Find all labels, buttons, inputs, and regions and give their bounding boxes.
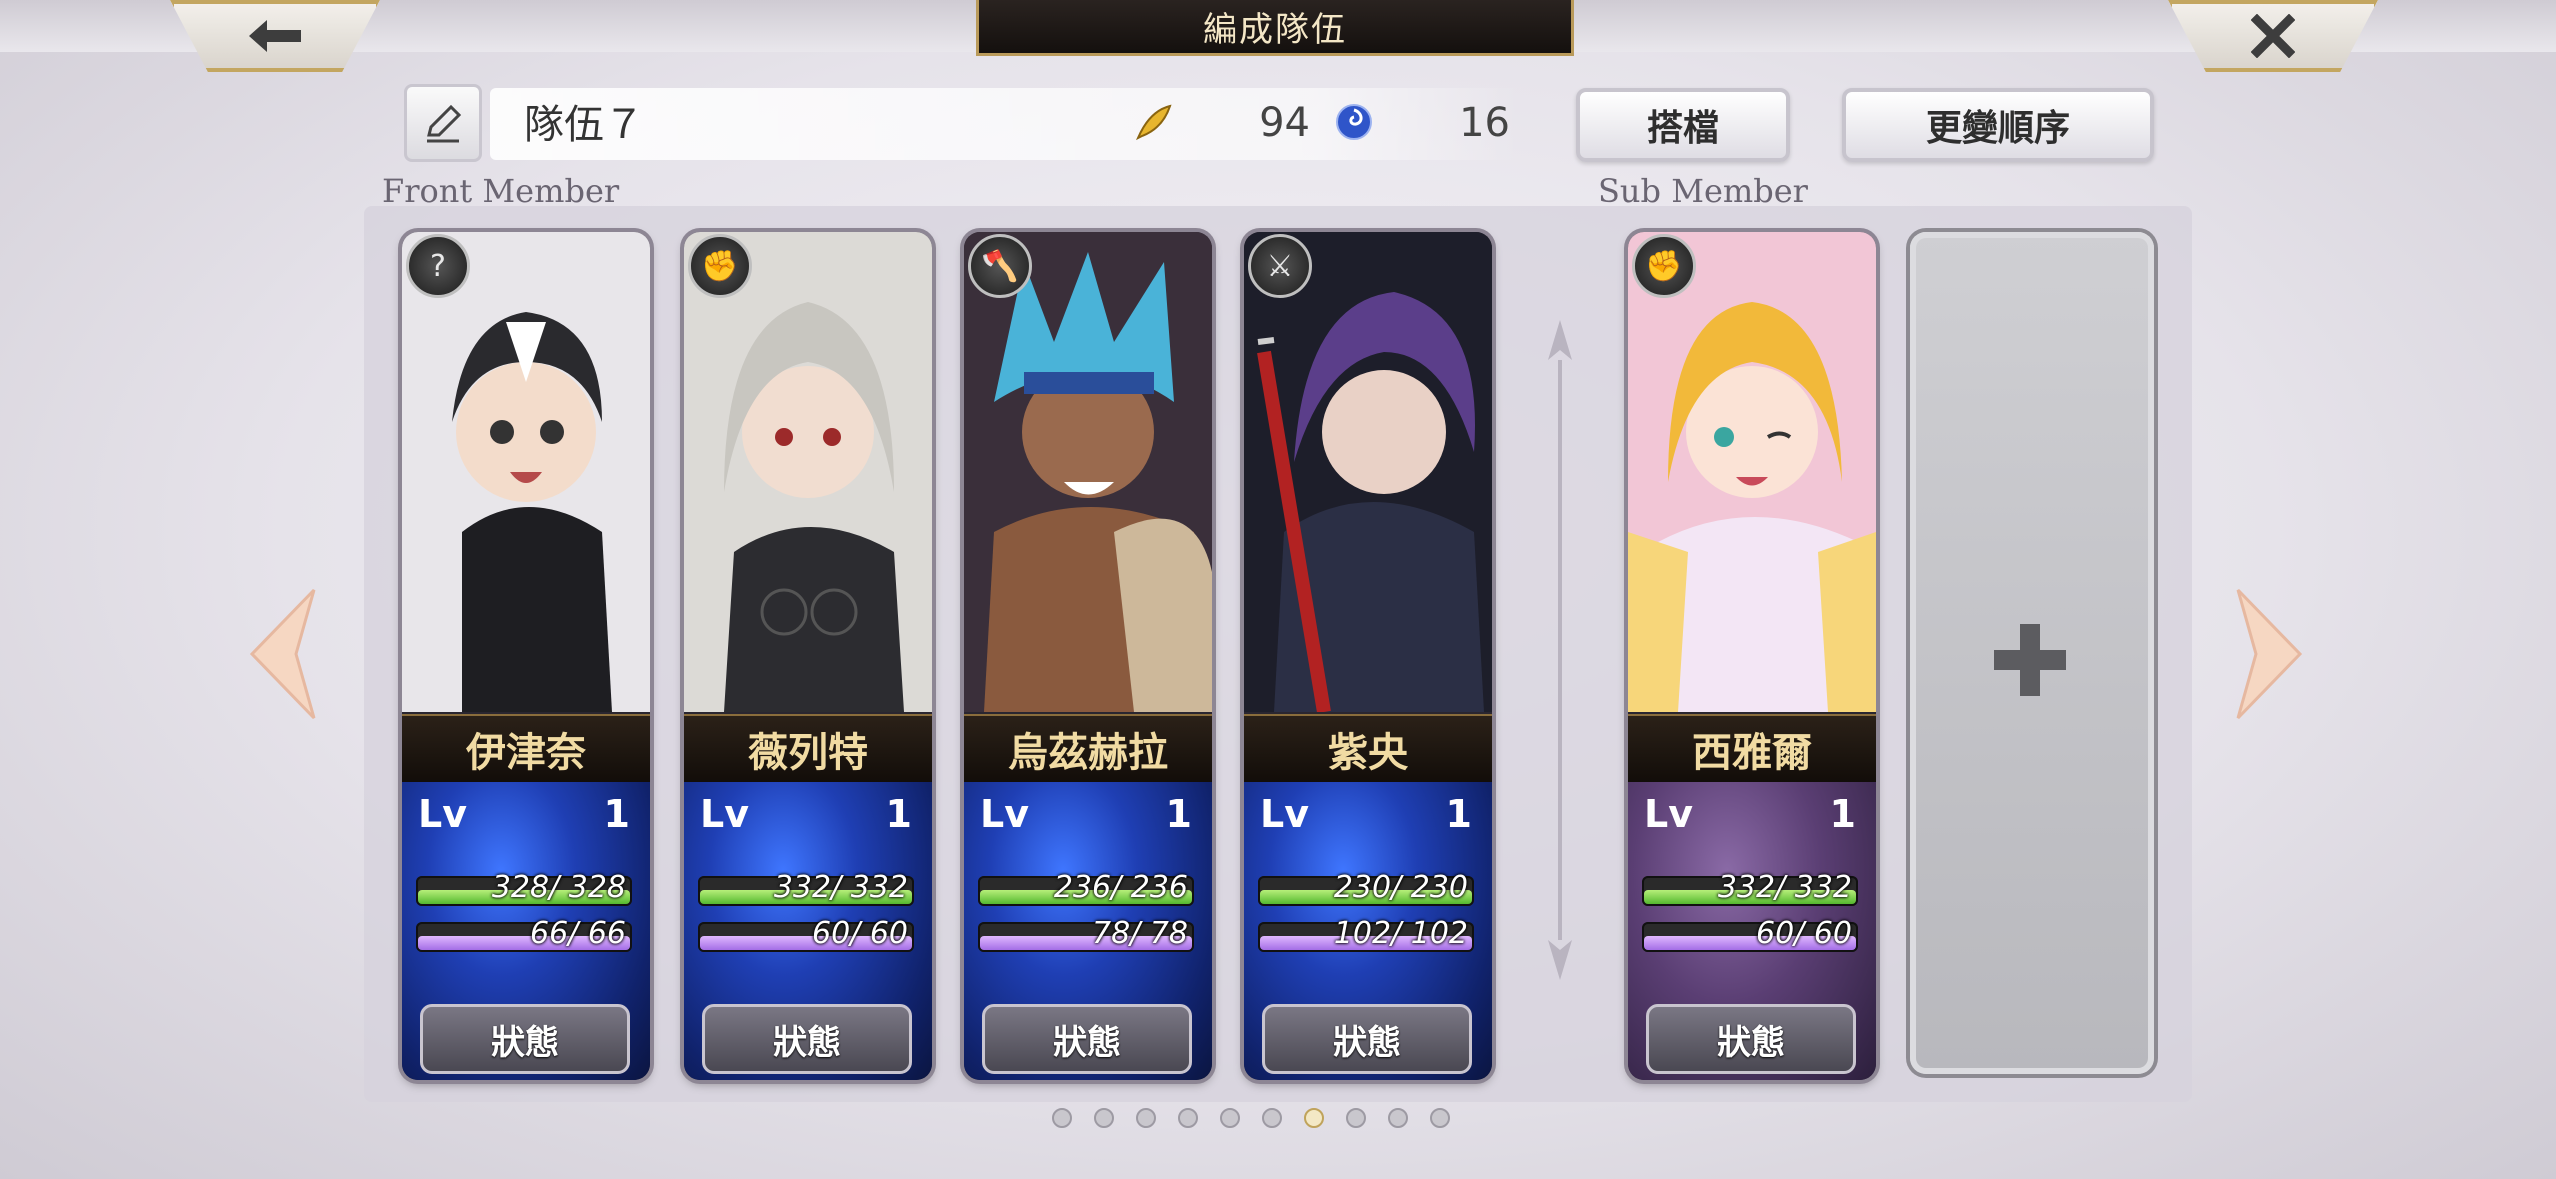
member-stats: Lv 1 236/ 236 78/ 78 狀態 [964,782,1212,1080]
hp-text: 230/ 230 [1333,870,1468,905]
member-stats: Lv 1 332/ 332 60/ 60 狀態 [684,782,932,1080]
mp-bar: 102/ 102 [1258,916,1474,952]
level-value: 1 [1445,792,1472,836]
member-card[interactable]: ⚔ 紫央 Lv 1 230/ 230 102/ 102 狀態 [1244,232,1492,1080]
team-name: 隊伍７ [524,102,644,148]
gauntlet-icon: ✊ [1632,234,1696,298]
team-page-indicator [1052,1108,1502,1138]
page-title: 編成隊伍 [976,0,1574,56]
status-button[interactable]: 狀態 [702,1004,912,1074]
level-value: 1 [885,792,912,836]
page-dot[interactable] [1430,1108,1450,1128]
member-name: 烏茲赫拉 [964,714,1212,784]
member-stats: Lv 1 230/ 230 102/ 102 狀態 [1244,782,1492,1080]
hp-text: 332/ 332 [1717,870,1852,905]
level-value: 1 [1165,792,1192,836]
hp-bar: 236/ 236 [978,870,1194,906]
character-portrait [1244,232,1492,712]
page-dot[interactable] [1094,1108,1114,1128]
sword-icon: ⚔ [1248,234,1312,298]
member-card[interactable]: ✊ 西雅爾 Lv 1 332/ 332 60/ 60 狀態 [1628,232,1876,1080]
level-value: 1 [1829,792,1856,836]
hp-bar: 230/ 230 [1258,870,1474,906]
hp-bar: 332/ 332 [698,870,914,906]
character-portrait [402,232,650,712]
mp-text: 66/ 66 [530,916,626,951]
member-card[interactable]: ? 伊津奈 Lv 1 328/ 328 66/ 66 狀態 [402,232,650,1080]
member-name: 伊津奈 [402,714,650,784]
partner-button[interactable]: 搭檔 [1576,88,1790,162]
hp-bar: 328/ 328 [416,870,632,906]
hp-text: 328/ 328 [491,870,626,905]
hp-bar: 332/ 332 [1642,870,1858,906]
feather-count: 94 [1259,100,1310,146]
mp-text: 78/ 78 [1092,916,1188,951]
page-dot[interactable] [1262,1108,1282,1128]
section-divider [1548,320,1572,980]
rename-team-button[interactable] [404,84,482,162]
level-label: Lv [1260,792,1309,836]
page-dot[interactable] [1304,1108,1324,1128]
mp-bar: 60/ 60 [698,916,914,952]
level-value: 1 [603,792,630,836]
page-dot[interactable] [1136,1108,1156,1128]
close-icon [2251,14,2295,58]
page-dot[interactable] [1178,1108,1198,1128]
next-team-arrow[interactable] [2228,584,2308,724]
previous-team-arrow[interactable] [244,584,324,724]
mp-bar: 60/ 60 [1642,916,1858,952]
member-card[interactable]: ✊ 薇列特 Lv 1 332/ 332 60/ 60 狀態 [684,232,932,1080]
member-stats: Lv 1 328/ 328 66/ 66 狀態 [402,782,650,1080]
mp-bar: 66/ 66 [416,916,632,952]
character-portrait [684,232,932,712]
question-icon: ? [406,234,470,298]
character-portrait [964,232,1212,712]
status-button[interactable]: 狀態 [1646,1004,1856,1074]
arrow-left-icon [249,20,301,52]
swirl-icon [1336,104,1372,140]
mp-text: 102/ 102 [1333,916,1468,951]
feather-icon [1136,104,1172,141]
back-button[interactable] [170,0,380,72]
status-button[interactable]: 狀態 [420,1004,630,1074]
member-name: 薇列特 [684,714,932,784]
page-dot[interactable] [1220,1108,1240,1128]
hp-text: 332/ 332 [773,870,908,905]
axe-icon: 🪓 [968,234,1032,298]
level-label: Lv [418,792,467,836]
mp-bar: 78/ 78 [978,916,1194,952]
page-dot[interactable] [1346,1108,1366,1128]
mp-text: 60/ 60 [1756,916,1852,951]
swirl-count: 16 [1459,100,1510,146]
character-portrait [1628,232,1876,712]
mp-text: 60/ 60 [812,916,908,951]
sub-member-label: Sub Member [1598,172,1808,210]
member-name: 紫央 [1244,714,1492,784]
status-button[interactable]: 狀態 [982,1004,1192,1074]
close-button[interactable] [2168,0,2378,72]
page-dot[interactable] [1388,1108,1408,1128]
front-member-label: Front Member [382,172,620,210]
pen-icon [427,104,462,143]
change-order-button[interactable]: 更變順序 [1842,88,2154,162]
level-label: Lv [980,792,1029,836]
level-label: Lv [700,792,749,836]
plus-icon [1994,624,2066,696]
gauntlet-icon: ✊ [688,234,752,298]
page-dot[interactable] [1052,1108,1072,1128]
hp-text: 236/ 236 [1053,870,1188,905]
level-label: Lv [1644,792,1693,836]
member-stats: Lv 1 332/ 332 60/ 60 狀態 [1628,782,1876,1080]
member-name: 西雅爾 [1628,714,1876,784]
member-card[interactable]: 🪓 烏茲赫拉 Lv 1 236/ 236 78/ 78 狀態 [964,232,1212,1080]
status-button[interactable]: 狀態 [1262,1004,1472,1074]
